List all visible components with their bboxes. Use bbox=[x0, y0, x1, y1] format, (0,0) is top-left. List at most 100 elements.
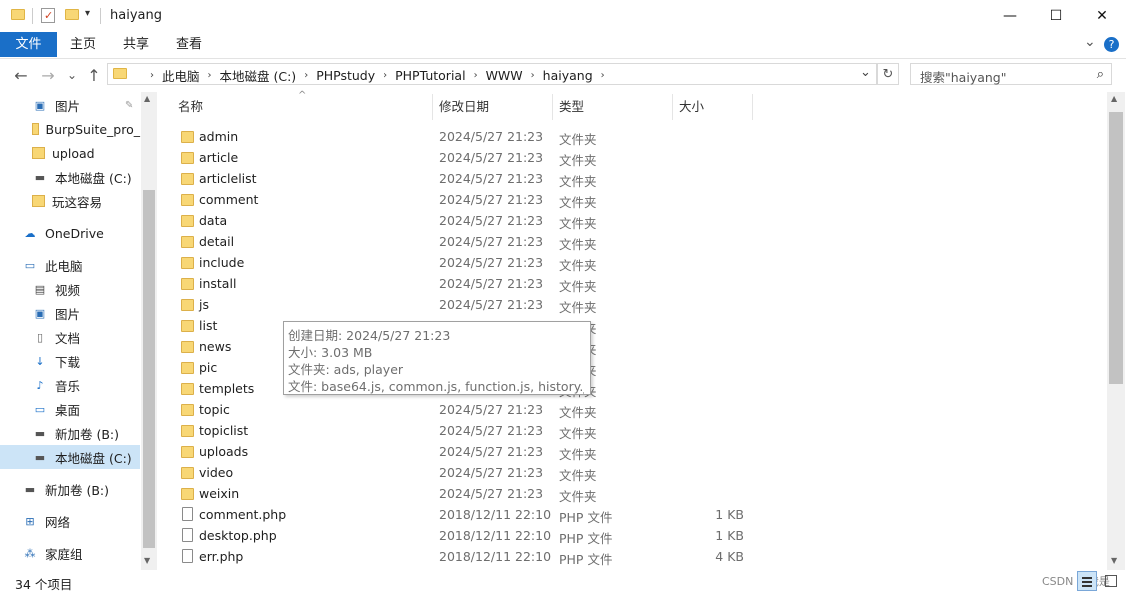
quick-access-dropdown-icon[interactable]: ▾ bbox=[85, 8, 90, 19]
file-row[interactable]: topic 2024/5/27 21:23 文件夹 bbox=[172, 400, 1092, 421]
large-icons-view-button[interactable] bbox=[1101, 571, 1121, 591]
nav-item[interactable]: ▭ 此电脑 bbox=[0, 253, 140, 277]
chevron-right-icon[interactable]: › bbox=[142, 70, 162, 81]
column-size[interactable]: 大小 bbox=[679, 94, 704, 120]
file-row[interactable]: admin 2024/5/27 21:23 文件夹 bbox=[172, 127, 1092, 148]
file-row[interactable]: data 2024/5/27 21:23 文件夹 bbox=[172, 211, 1092, 232]
file-row[interactable]: comment 2024/5/27 21:23 文件夹 bbox=[172, 190, 1092, 211]
chevron-right-icon[interactable]: › bbox=[593, 70, 613, 81]
chevron-right-icon[interactable]: › bbox=[523, 70, 543, 81]
up-button[interactable]: ↑ bbox=[84, 65, 104, 85]
chevron-right-icon[interactable]: › bbox=[375, 70, 395, 81]
file-row[interactable]: topiclist 2024/5/27 21:23 文件夹 bbox=[172, 421, 1092, 442]
nav-item[interactable]: ☁ OneDrive bbox=[0, 221, 140, 245]
nav-item[interactable]: ↓ 下载 bbox=[0, 349, 140, 373]
refresh-button[interactable]: ↻ bbox=[877, 63, 899, 85]
scroll-up-icon[interactable]: ▲ bbox=[1111, 94, 1117, 103]
nav-item[interactable]: BurpSuite_pro_ bbox=[0, 117, 140, 141]
back-button[interactable]: ← bbox=[11, 65, 31, 85]
file-row[interactable]: err.php 2018/12/11 22:10 PHP 文件 4 KB bbox=[172, 547, 1092, 568]
scroll-down-icon[interactable]: ▼ bbox=[144, 556, 150, 565]
nav-item[interactable]: ▣ 图片 ✎ bbox=[0, 93, 140, 117]
help-icon[interactable]: ? bbox=[1104, 37, 1119, 52]
column-name[interactable]: 名称 bbox=[178, 94, 203, 120]
nav-item[interactable]: ▣ 图片 bbox=[0, 301, 140, 325]
nav-item-label: BurpSuite_pro_ bbox=[45, 121, 140, 137]
tab-home[interactable]: 主页 bbox=[60, 32, 106, 57]
chevron-right-icon[interactable]: › bbox=[296, 70, 316, 81]
breadcrumb-item[interactable]: WWW bbox=[486, 68, 523, 83]
maximize-button[interactable]: ☐ bbox=[1033, 0, 1079, 32]
breadcrumb-item[interactable]: PHPTutorial bbox=[395, 68, 465, 83]
file-row[interactable]: article 2024/5/27 21:23 文件夹 bbox=[172, 148, 1092, 169]
file-list-scroll-thumb[interactable] bbox=[1109, 112, 1123, 384]
file-type: 文件夹 bbox=[559, 216, 597, 231]
folder-icon bbox=[181, 257, 194, 269]
details-view-button[interactable] bbox=[1077, 571, 1097, 591]
file-type: 文件夹 bbox=[559, 174, 597, 189]
recent-locations-button[interactable]: ⌄ bbox=[62, 65, 82, 85]
breadcrumb-item[interactable]: haiyang bbox=[543, 68, 593, 83]
column-divider[interactable] bbox=[432, 94, 433, 120]
expand-ribbon-icon[interactable]: ⌄ bbox=[1084, 34, 1096, 50]
nav-item[interactable]: ⁂ 家庭组 bbox=[0, 541, 140, 565]
breadcrumb-item[interactable]: PHPstudy bbox=[316, 68, 375, 83]
chevron-right-icon[interactable]: › bbox=[200, 70, 220, 81]
column-divider[interactable] bbox=[552, 94, 553, 120]
file-date: 2024/5/27 21:23 bbox=[439, 444, 544, 459]
nav-item-label: 文档 bbox=[55, 330, 81, 346]
folder-icon bbox=[32, 147, 45, 159]
nav-item[interactable]: upload bbox=[0, 141, 140, 165]
nav-item[interactable]: ▬ 本地磁盘 (C:) bbox=[0, 165, 140, 189]
nav-item[interactable]: ♪ 音乐 bbox=[0, 373, 140, 397]
nav-item[interactable]: ▬ 新加卷 (B:) bbox=[0, 421, 140, 445]
file-name: templets bbox=[199, 381, 255, 396]
column-type[interactable]: 类型 bbox=[559, 94, 584, 120]
scroll-up-icon[interactable]: ▲ bbox=[144, 94, 150, 103]
column-divider[interactable] bbox=[752, 94, 753, 120]
file-name: uploads bbox=[199, 444, 249, 459]
folder-icon bbox=[181, 383, 194, 395]
nav-item[interactable]: ▭ 桌面 bbox=[0, 397, 140, 421]
nav-scroll-thumb[interactable] bbox=[143, 190, 155, 548]
pin-icon[interactable]: ✎ bbox=[125, 100, 133, 111]
properties-icon[interactable]: ✓ bbox=[41, 8, 55, 23]
minimize-button[interactable]: — bbox=[987, 0, 1033, 32]
nav-item[interactable]: 玩这容易 bbox=[0, 189, 140, 213]
nav-item[interactable]: ▯ 文档 bbox=[0, 325, 140, 349]
nav-item[interactable]: ▤ 视频 bbox=[0, 277, 140, 301]
breadcrumb-item[interactable]: 本地磁盘 (C:) bbox=[220, 66, 297, 85]
address-dropdown-icon[interactable]: ⌄ bbox=[860, 65, 871, 80]
nav-item[interactable]: ▬ 新加卷 (B:) bbox=[0, 477, 140, 501]
file-type: 文件夹 bbox=[559, 132, 597, 147]
file-row[interactable]: include 2024/5/27 21:23 文件夹 bbox=[172, 253, 1092, 274]
file-row[interactable]: detail 2024/5/27 21:23 文件夹 bbox=[172, 232, 1092, 253]
chevron-right-icon[interactable]: › bbox=[466, 70, 486, 81]
scroll-down-icon[interactable]: ▼ bbox=[1111, 556, 1117, 565]
breadcrumb-item[interactable]: 此电脑 bbox=[162, 66, 200, 85]
tab-share[interactable]: 共享 bbox=[113, 32, 159, 57]
file-row[interactable]: js 2024/5/27 21:23 文件夹 bbox=[172, 295, 1092, 316]
new-folder-icon[interactable] bbox=[65, 9, 79, 20]
file-row[interactable]: articlelist 2024/5/27 21:23 文件夹 bbox=[172, 169, 1092, 190]
file-icon bbox=[182, 549, 193, 563]
nav-item[interactable]: ⊞ 网络 bbox=[0, 509, 140, 533]
file-row[interactable]: weixin 2024/5/27 21:23 文件夹 bbox=[172, 484, 1092, 505]
tab-file[interactable]: 文件 bbox=[0, 32, 57, 57]
forward-button[interactable]: → bbox=[38, 65, 58, 85]
search-input[interactable]: 搜索"haiyang" ⌕ bbox=[910, 63, 1112, 85]
search-icon[interactable]: ⌕ bbox=[1097, 67, 1104, 82]
file-row[interactable]: uploads 2024/5/27 21:23 文件夹 bbox=[172, 442, 1092, 463]
column-date[interactable]: 修改日期 bbox=[439, 94, 489, 120]
file-name: detail bbox=[199, 234, 235, 249]
file-date: 2024/5/27 21:23 bbox=[439, 465, 544, 480]
file-row[interactable]: install 2024/5/27 21:23 文件夹 bbox=[172, 274, 1092, 295]
file-row[interactable]: comment.php 2018/12/11 22:10 PHP 文件 1 KB bbox=[172, 505, 1092, 526]
column-divider[interactable] bbox=[672, 94, 673, 120]
nav-item[interactable]: ▬ 本地磁盘 (C:) bbox=[0, 445, 140, 469]
window-title: haiyang bbox=[110, 8, 162, 23]
close-button[interactable]: ✕ bbox=[1079, 0, 1125, 32]
tab-view[interactable]: 查看 bbox=[166, 32, 212, 57]
file-row[interactable]: video 2024/5/27 21:23 文件夹 bbox=[172, 463, 1092, 484]
file-row[interactable]: desktop.php 2018/12/11 22:10 PHP 文件 1 KB bbox=[172, 526, 1092, 547]
